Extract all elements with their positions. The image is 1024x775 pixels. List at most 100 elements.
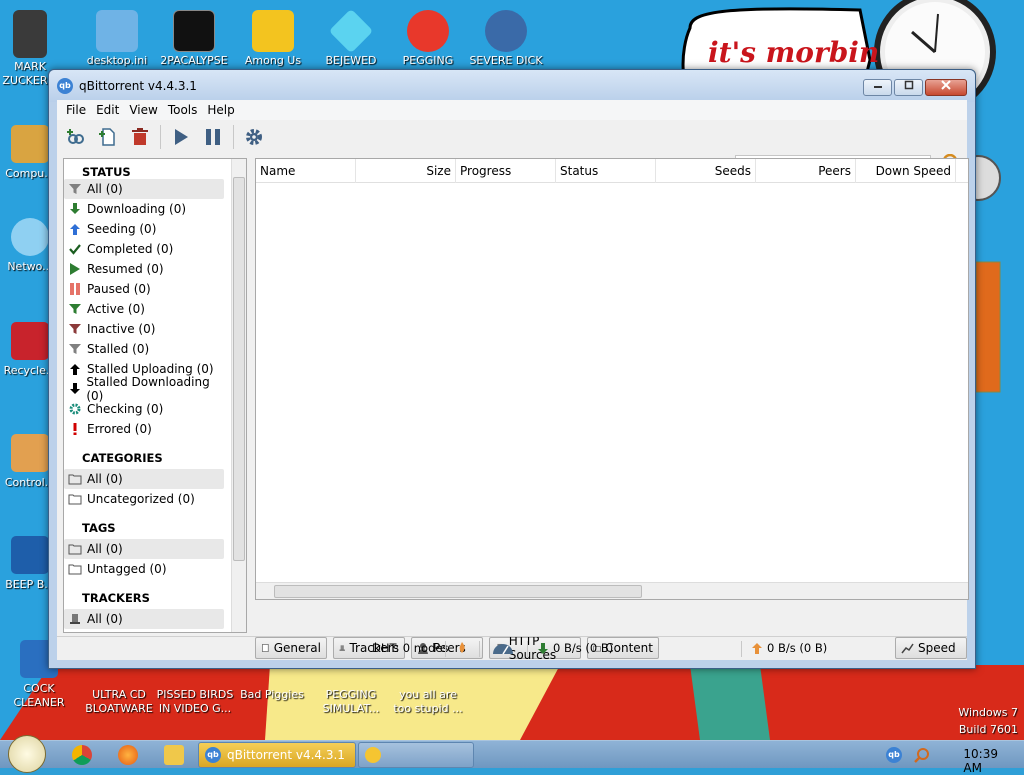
torrent-list-hscrollbar[interactable] <box>256 582 968 599</box>
close-button[interactable] <box>925 79 967 96</box>
taskbar-qbittorrent[interactable]: qb qBittorrent v4.4.3.1 <box>198 742 356 768</box>
minimize-button[interactable] <box>863 79 892 96</box>
app-icon <box>11 536 49 574</box>
desktop-icon-bad-piggies[interactable]: Bad Piggies <box>233 688 311 702</box>
column-seeds[interactable]: Seeds <box>656 159 756 183</box>
download-speed: 0 B/s (0 B) <box>537 641 613 655</box>
column-status[interactable]: Status <box>556 159 656 183</box>
add-link-icon <box>67 129 84 144</box>
maximize-button[interactable] <box>894 79 923 96</box>
desktop-icon-label: you all are too stupid ... <box>393 688 463 715</box>
status-filter-item[interactable]: Downloading (0) <box>64 199 224 219</box>
qbittorrent-app-icon: qb <box>57 78 73 94</box>
status-filter-item[interactable]: Inactive (0) <box>64 319 224 339</box>
status-filter-item[interactable]: Completed (0) <box>64 239 224 259</box>
desktop-icon-you-all-are[interactable]: you all are too stupid ... <box>389 688 467 716</box>
desktop-icon-desktop-ini[interactable]: desktop.ini <box>78 10 156 68</box>
status-filter-item[interactable]: Stalled Downloading (0) <box>64 375 224 403</box>
toolbar-separator <box>160 125 161 149</box>
status-filter-item-label: Checking (0) <box>87 402 164 416</box>
alt-speed-button[interactable] <box>491 641 515 658</box>
tag-filter-item[interactable]: All (0) <box>64 539 224 559</box>
folder-icon <box>68 562 82 576</box>
desktop-icon-label: PEGGING <box>402 54 454 67</box>
taskbar-clock[interactable]: 10:39 AM <box>963 747 998 775</box>
taskbar: qb qBittorrent v4.4.3.1 qb 10:39 AM <box>0 735 1024 775</box>
firefox-icon[interactable] <box>118 745 138 765</box>
status-filter-item[interactable]: Errored (0) <box>64 419 224 439</box>
status-filter-item-label: Downloading (0) <box>87 202 187 216</box>
desktop-icon-severe-dick[interactable]: SEVERE DICK <box>467 10 545 68</box>
status-filter-item[interactable]: All (0) <box>64 179 224 199</box>
column-down-speed[interactable]: Down Speed <box>856 159 956 183</box>
menu-edit[interactable]: Edit <box>91 103 124 117</box>
status-filter-item[interactable]: Stalled (0) <box>64 339 224 359</box>
menu-help[interactable]: Help <box>202 103 239 117</box>
filter-icon <box>68 342 82 356</box>
category-filter-item[interactable]: All (0) <box>64 469 224 489</box>
window-title: qBittorrent v4.4.3.1 <box>79 79 197 93</box>
filter-sidebar: STATUS All (0) Downloading (0) Seeding (0)… <box>63 158 247 633</box>
qbittorrent-window: qb qBittorrent v4.4.3.1 File Edit View T… <box>48 69 976 669</box>
column-progress[interactable]: Progress <box>456 159 556 183</box>
delete-button[interactable] <box>125 123 155 151</box>
exclamation-icon <box>68 422 82 436</box>
desktop-icon-label: PEGGING SIMULAT... <box>322 688 380 715</box>
tray-qbittorrent-icon[interactable]: qb <box>886 747 902 763</box>
title-bar[interactable]: qb qBittorrent v4.4.3.1 <box>49 70 975 102</box>
menu-tools[interactable]: Tools <box>163 103 203 117</box>
desktop-icon-label: 2PACALYPSE <box>160 54 228 67</box>
window-client-area: File Edit View Tools Help Filter torrent… <box>57 100 969 662</box>
categories-section-title: CATEGORIES <box>82 451 163 465</box>
gear-icon <box>68 402 82 416</box>
options-button[interactable] <box>239 123 269 151</box>
explorer-folder-icon[interactable] <box>164 745 184 765</box>
filter-icon <box>68 302 82 316</box>
pause-button[interactable] <box>198 123 228 151</box>
sidebar-scroll-thumb[interactable] <box>233 177 245 561</box>
smiley-icon <box>365 747 381 763</box>
status-filter-item-label: Seeding (0) <box>87 222 157 236</box>
category-filter-item[interactable]: Uncategorized (0) <box>64 489 224 509</box>
tray-search-icon[interactable] <box>914 747 930 763</box>
desktop-icon-2pacalypse[interactable]: 2PACALYPSE <box>155 10 233 68</box>
desktop-icon-label: desktop.ini <box>86 54 148 67</box>
column-peers[interactable]: Peers <box>756 159 856 183</box>
column-size[interactable]: Size <box>356 159 456 183</box>
start-button[interactable] <box>8 735 46 773</box>
taskbar-smiley-app[interactable] <box>358 742 474 768</box>
status-filter-item[interactable]: Resumed (0) <box>64 259 224 279</box>
wallpaper-caption: it's morbin <box>708 36 880 69</box>
desktop-icon-label: Bad Piggies <box>240 688 304 701</box>
column-name[interactable]: Name <box>256 159 356 183</box>
desktop-icon-pegging[interactable]: PEGGING <box>389 10 467 68</box>
status-filter-item-label: Stalled Downloading (0) <box>86 375 210 403</box>
desktop-icon-ultra-cd[interactable]: ULTRA CD BLOATWARE <box>80 688 158 716</box>
p-logo-icon <box>407 10 449 52</box>
resume-button[interactable] <box>166 123 196 151</box>
connection-status-button[interactable] <box>457 641 467 657</box>
windows-watermark: Windows 7 Build 7601 <box>958 704 1018 738</box>
desktop-icon-pegging-simulator[interactable]: PEGGING SIMULAT... <box>312 688 390 716</box>
chrome-icon[interactable] <box>72 745 92 765</box>
status-filter-item[interactable]: Paused (0) <box>64 279 224 299</box>
trackers-section-title: TRACKERS <box>82 591 150 605</box>
hscroll-thumb[interactable] <box>274 585 642 598</box>
menu-file[interactable]: File <box>61 103 91 117</box>
status-filter-item[interactable]: Active (0) <box>64 299 224 319</box>
tracker-filter-item[interactable]: All (0) <box>64 609 224 629</box>
desktop-icon-among-us[interactable]: Among Us <box>234 10 312 68</box>
tag-filter-item[interactable]: Untagged (0) <box>64 559 224 579</box>
add-torrent-file-button[interactable] <box>93 123 123 151</box>
status-filter-item[interactable]: Seeding (0) <box>64 219 224 239</box>
desktop-icon-bejewed[interactable]: BEJEWED <box>312 8 390 68</box>
menu-view[interactable]: View <box>124 103 162 117</box>
checkmark-icon <box>68 242 82 256</box>
desktop-icon-pissed-birds[interactable]: PISSED BIRDS IN VIDEO G... <box>156 688 234 716</box>
add-torrent-link-button[interactable] <box>61 123 91 151</box>
status-divider <box>527 641 528 657</box>
settings-file-icon <box>96 10 138 52</box>
filter-icon <box>68 182 82 196</box>
pause-icon <box>206 129 220 145</box>
sidebar-scrollbar[interactable] <box>231 159 246 632</box>
